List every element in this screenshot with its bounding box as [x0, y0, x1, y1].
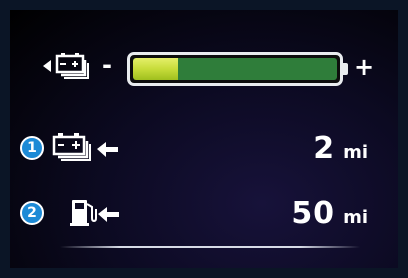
battery-gauge-row: - +	[10, 10, 398, 90]
battery-charge-gauge	[127, 52, 343, 86]
badge-2: 2	[20, 201, 44, 225]
fuel-range-row: 2 50 mi	[10, 193, 398, 237]
badge-1: 1	[20, 136, 44, 160]
plus-sign: +	[354, 53, 375, 81]
fuel-range-value: 50 mi	[291, 196, 368, 231]
battery-arrow-icon	[52, 131, 122, 165]
bottom-divider	[60, 246, 360, 248]
battery-range-value: 2 mi	[313, 131, 368, 166]
fuel-pump-arrow-icon	[52, 196, 122, 230]
fuel-range-unit: mi	[343, 207, 368, 228]
gauge-track	[133, 58, 337, 80]
display-frame: - + 1 2 mi 2 50 mi	[0, 0, 408, 278]
gauge-terminal	[343, 63, 348, 75]
gauge-fill	[133, 58, 178, 80]
battery-range-number: 2	[313, 131, 336, 166]
battery-range-row: 1 2 mi	[10, 128, 398, 172]
minus-sign: -	[102, 51, 112, 79]
instrument-display: - + 1 2 mi 2 50 mi	[10, 10, 398, 268]
fuel-range-number: 50	[291, 196, 336, 231]
battery-range-unit: mi	[343, 142, 368, 163]
